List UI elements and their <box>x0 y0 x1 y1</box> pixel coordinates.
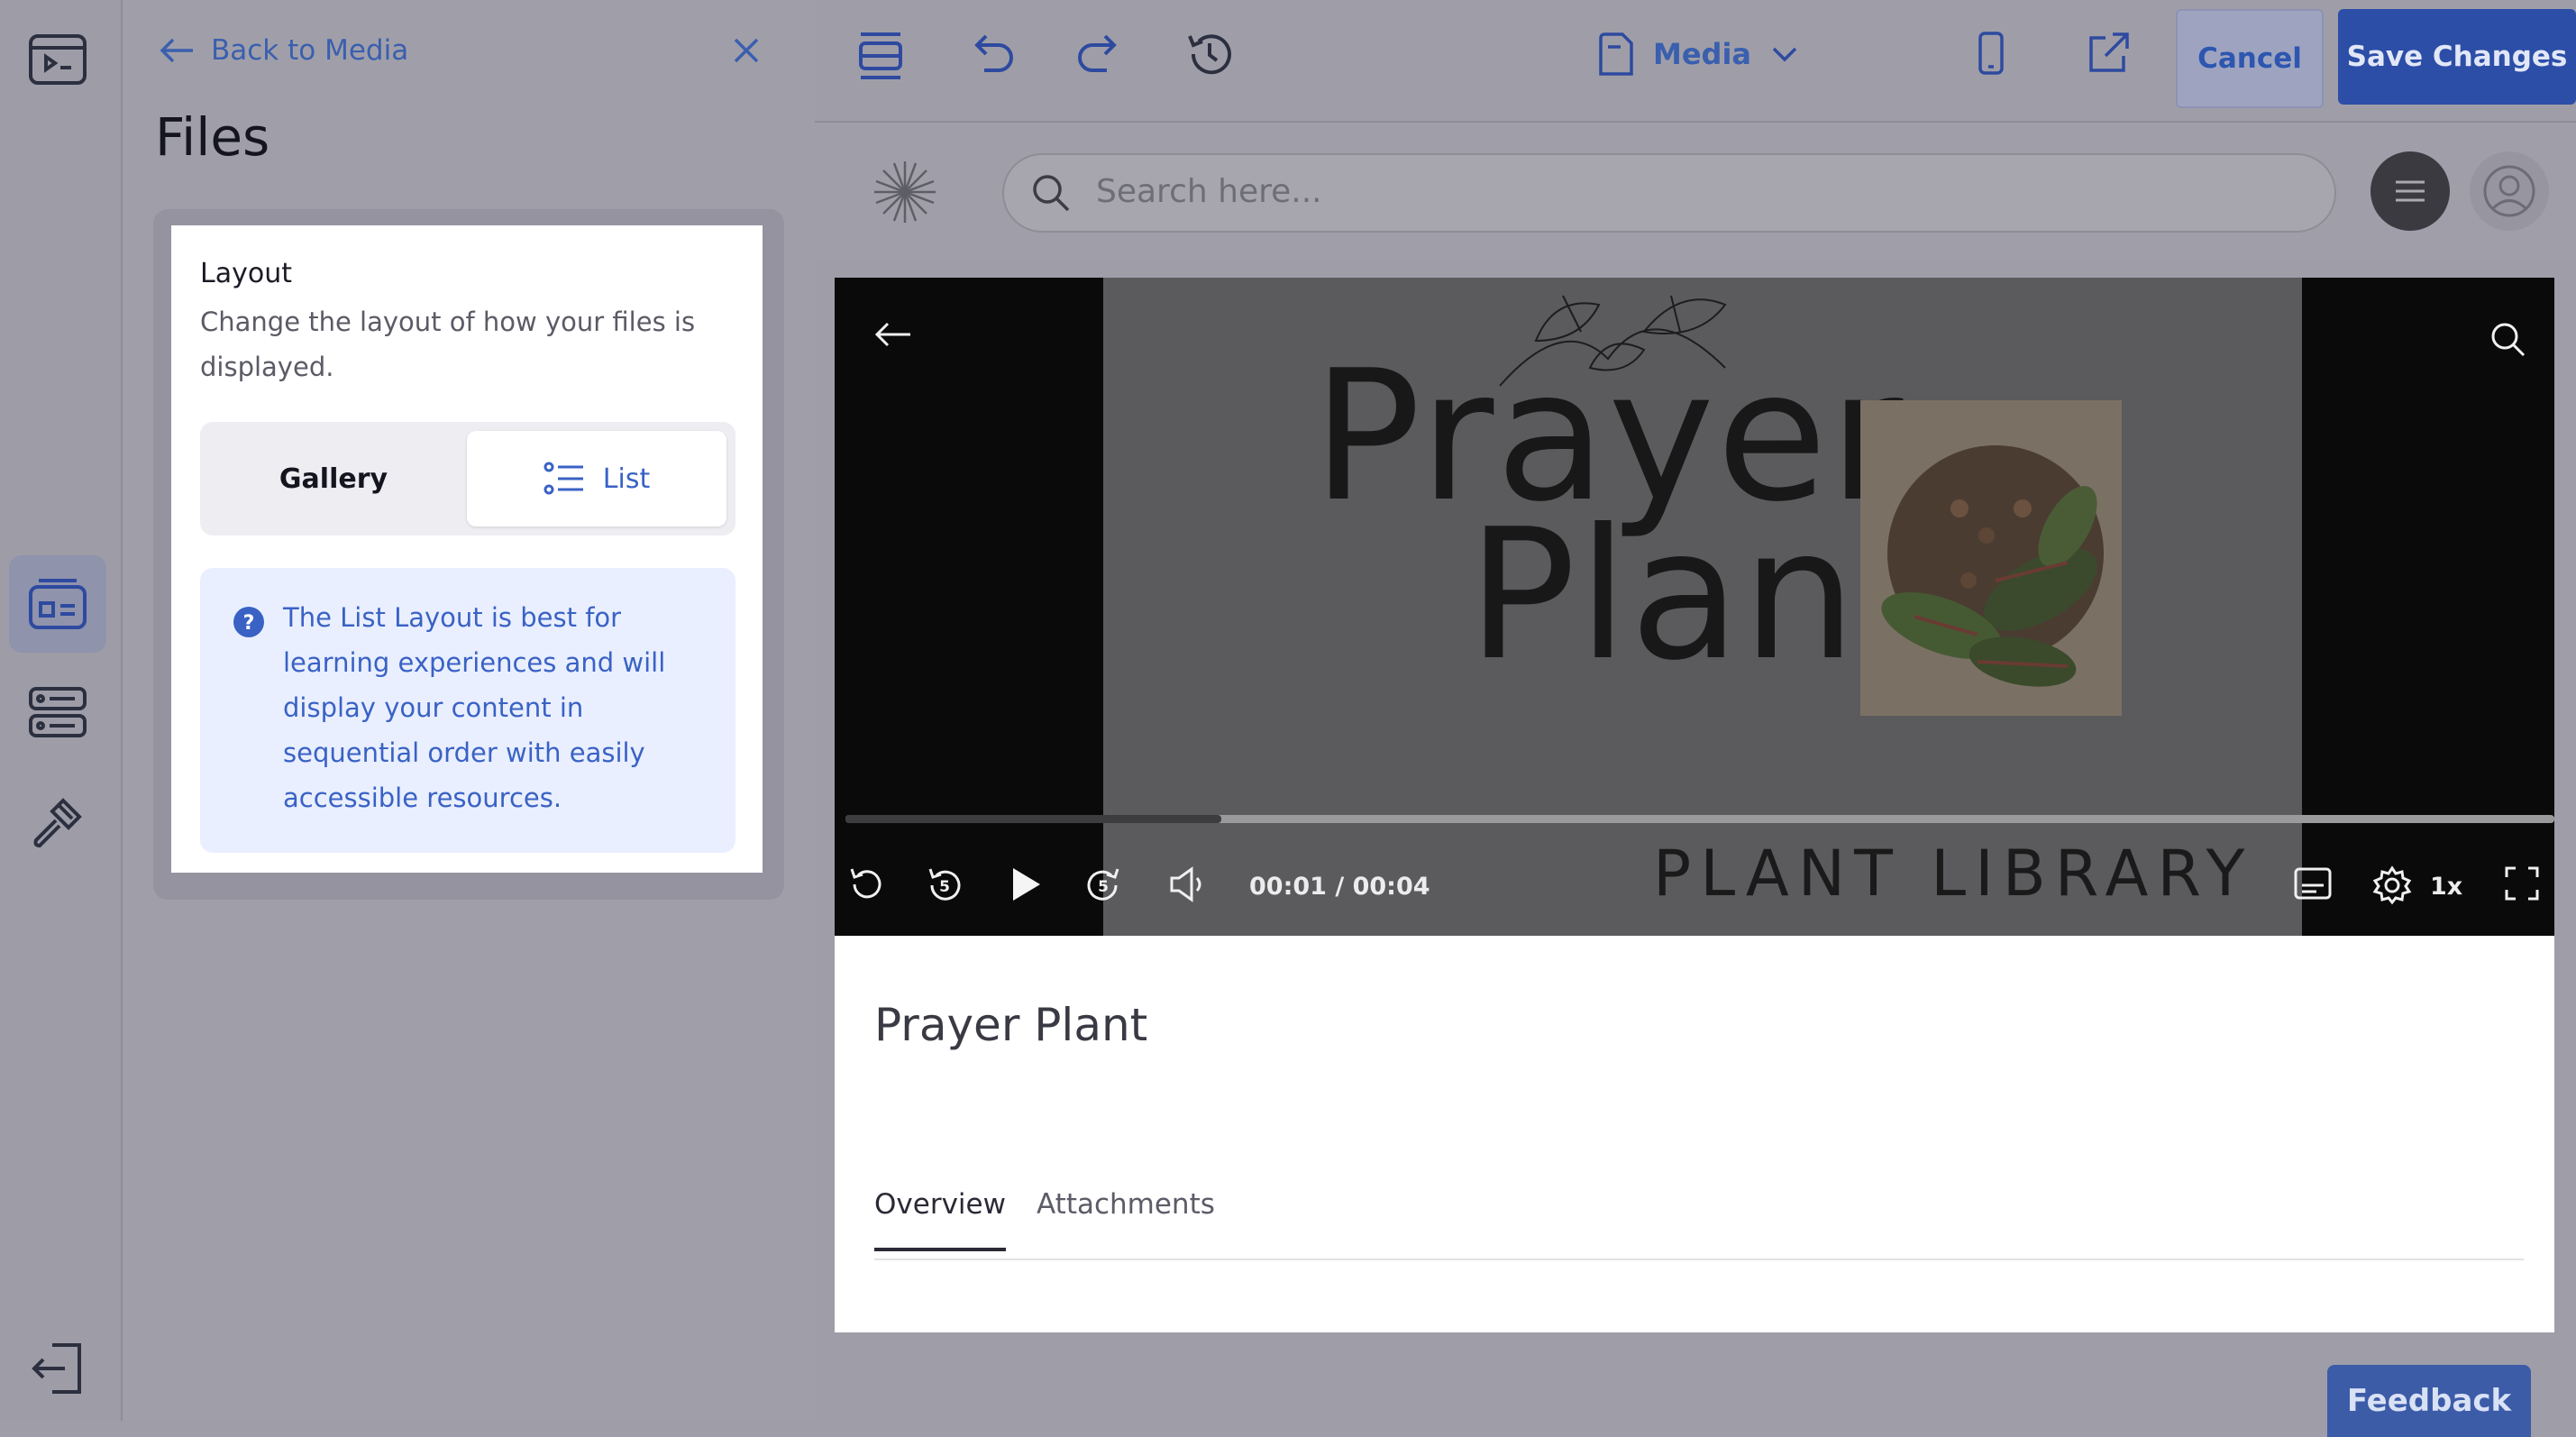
back-to-media-label: Back to Media <box>211 34 409 67</box>
svg-text:5: 5 <box>939 878 950 896</box>
exit-icon[interactable] <box>9 1320 106 1417</box>
play-icon[interactable] <box>1008 865 1044 903</box>
panel-title: Files <box>155 106 270 168</box>
arrow-left-icon <box>159 37 195 64</box>
captions-icon[interactable] <box>2293 865 2333 902</box>
plant-photo <box>1860 400 2122 716</box>
avatar[interactable] <box>2470 151 2549 231</box>
svg-text:?: ? <box>243 612 255 635</box>
content-card: Prayer Plant Overview Attachments <box>835 936 2554 1332</box>
preview-icon[interactable] <box>9 11 106 108</box>
info-text: The List Layout is best for learning exp… <box>283 602 666 813</box>
layout-panel-icon[interactable] <box>9 555 106 653</box>
feedback-button[interactable]: Feedback <box>2327 1365 2531 1437</box>
tab-overview[interactable]: Overview <box>874 1188 1006 1251</box>
search-input[interactable]: Search here... <box>1002 153 2336 233</box>
list-icon <box>544 462 585 496</box>
chevron-down-icon <box>1771 45 1798 63</box>
brush-icon[interactable] <box>9 773 106 871</box>
video-frame: Prayer Plant PLANT LIBRARY <box>1103 278 2302 936</box>
layers-icon[interactable] <box>858 31 903 81</box>
settings-panel: Back to Media Files Layout Change the la… <box>123 0 815 1421</box>
info-box: ? The List Layout is best for learning e… <box>200 568 735 853</box>
video-search-icon[interactable] <box>2489 321 2526 357</box>
site-logo <box>867 157 943 227</box>
cancel-button[interactable]: Cancel <box>2176 9 2324 108</box>
site-header: Search here... <box>815 123 2576 261</box>
back-to-media-link[interactable]: Back to Media <box>159 34 408 67</box>
document-icon <box>1599 32 1633 76</box>
volume-icon[interactable] <box>1168 865 1210 903</box>
undo-icon[interactable] <box>973 31 1015 72</box>
gallery-option[interactable]: Gallery <box>200 422 467 535</box>
tab-attachments[interactable]: Attachments <box>1037 1188 1215 1248</box>
editor-toolbar: Media Cancel Save Changes <box>815 0 2576 123</box>
back-arrow-icon[interactable] <box>874 321 912 348</box>
list-option[interactable]: List <box>467 431 726 526</box>
hamburger-icon <box>2394 178 2426 204</box>
content-title: Prayer Plant <box>874 999 1148 1051</box>
layout-toggle: Gallery List <box>200 422 735 535</box>
fullscreen-icon[interactable] <box>2504 865 2540 902</box>
close-icon[interactable] <box>732 36 761 65</box>
forward-5-icon[interactable]: 5 <box>1083 865 1123 905</box>
svg-text:5: 5 <box>1098 878 1109 896</box>
layout-description: Change the layout of how your files is d… <box>200 307 696 382</box>
left-rail <box>0 0 123 1421</box>
content-tabs: Overview Attachments <box>874 1150 2524 1260</box>
video-controls: 5 5 00:01 / 00:04 1x <box>835 855 2554 927</box>
search-icon <box>1031 173 1071 213</box>
page-select[interactable]: Media <box>1599 32 1798 76</box>
mobile-preview-icon[interactable] <box>1978 31 2005 76</box>
settings-gear-icon[interactable] <box>2372 865 2412 905</box>
layout-card: Layout Change the layout of how your fil… <box>171 225 763 873</box>
open-external-icon[interactable] <box>2086 31 2131 76</box>
video-progress-bar[interactable] <box>845 815 2554 823</box>
redo-icon[interactable] <box>1076 31 1118 72</box>
history-icon[interactable] <box>1186 31 1233 78</box>
video-player[interactable]: Prayer Plant PLANT LIBRARY 5 5 00:01 / 0… <box>835 278 2554 936</box>
page-preview: Search here... Prayer Plant PLANT LIBRAR… <box>815 123 2576 1437</box>
replay-icon[interactable] <box>847 865 885 903</box>
playback-speed[interactable]: 1x <box>2430 873 2462 901</box>
save-changes-button[interactable]: Save Changes <box>2338 9 2576 105</box>
list-settings-icon[interactable] <box>9 664 106 761</box>
menu-button[interactable] <box>2370 151 2450 231</box>
gallery-option-label: Gallery <box>279 462 388 495</box>
help-icon: ? <box>233 606 265 638</box>
video-time: 00:01 / 00:04 <box>1249 873 1430 901</box>
rewind-5-icon[interactable]: 5 <box>925 865 964 905</box>
list-option-label: List <box>602 462 651 495</box>
search-placeholder: Search here... <box>1096 173 1322 210</box>
video-progress-fill <box>845 815 1222 823</box>
page-select-label: Media <box>1653 37 1752 71</box>
user-icon <box>2482 164 2536 218</box>
layout-label: Layout <box>200 258 292 289</box>
